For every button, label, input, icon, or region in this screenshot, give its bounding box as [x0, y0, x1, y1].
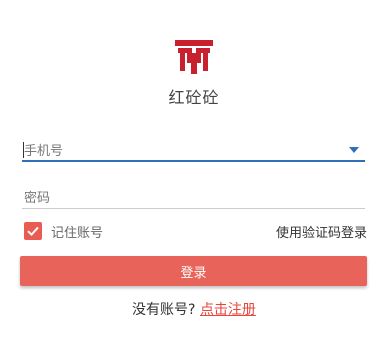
phone-input[interactable]	[22, 141, 324, 162]
phone-field-underline	[22, 160, 365, 162]
login-button[interactable]: 登录	[20, 256, 367, 286]
brand-logo	[175, 40, 213, 74]
checkmark-icon	[27, 226, 39, 237]
password-field-underline	[22, 208, 365, 209]
text-cursor	[23, 142, 24, 158]
register-prompt: 没有账号?	[132, 302, 196, 318]
password-field[interactable]	[22, 187, 365, 209]
sms-login-link[interactable]: 使用验证码登录	[276, 222, 367, 241]
remember-row: 记住账号 使用验证码登录	[22, 221, 367, 241]
remember-checkbox[interactable]	[24, 222, 42, 240]
phone-field[interactable]	[22, 140, 365, 162]
chevron-down-icon[interactable]	[349, 147, 359, 153]
register-row: 没有账号? 点击注册	[0, 299, 388, 319]
app-name: 红砼砼	[168, 88, 220, 107]
password-input[interactable]	[22, 188, 324, 209]
register-link[interactable]: 点击注册	[200, 302, 256, 318]
remember-label[interactable]: 记住账号	[51, 222, 103, 241]
